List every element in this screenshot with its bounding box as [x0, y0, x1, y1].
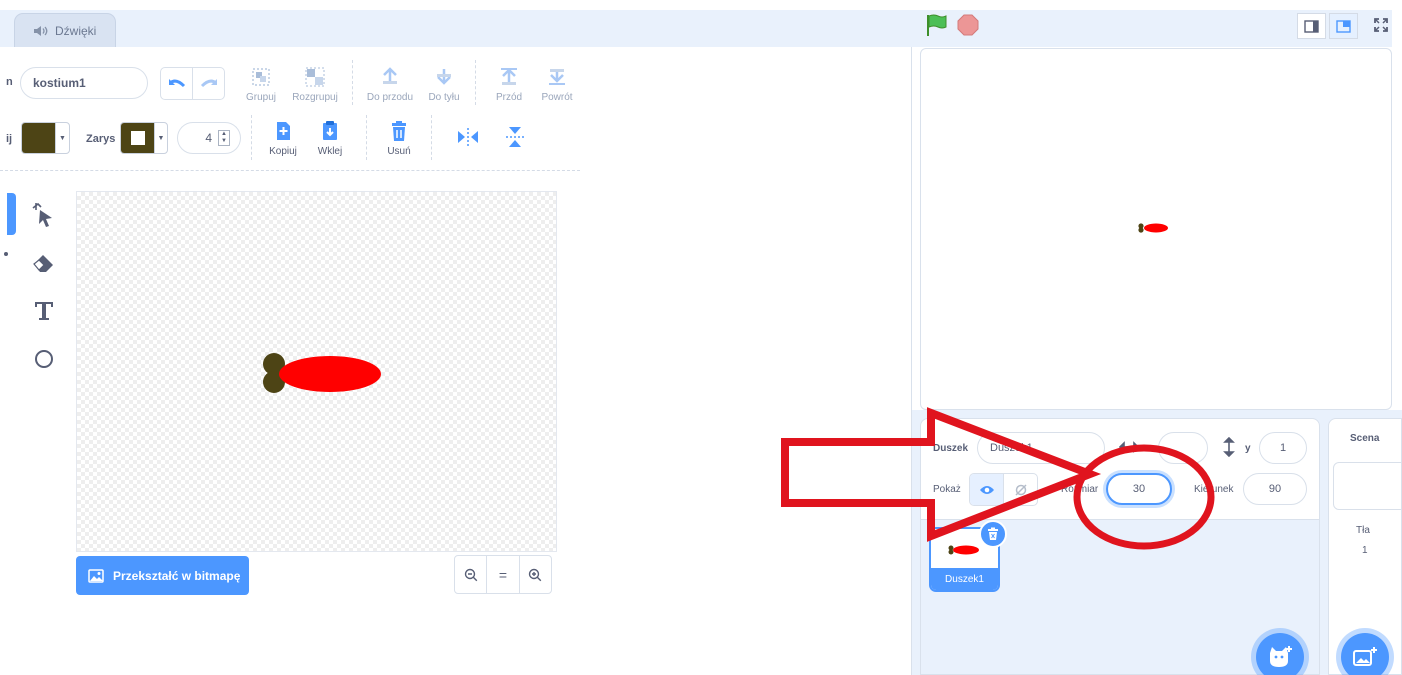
annotation-arrow: [781, 407, 1102, 542]
annotation-overlay: [781, 407, 1215, 550]
annotation-circle: [1073, 444, 1215, 550]
